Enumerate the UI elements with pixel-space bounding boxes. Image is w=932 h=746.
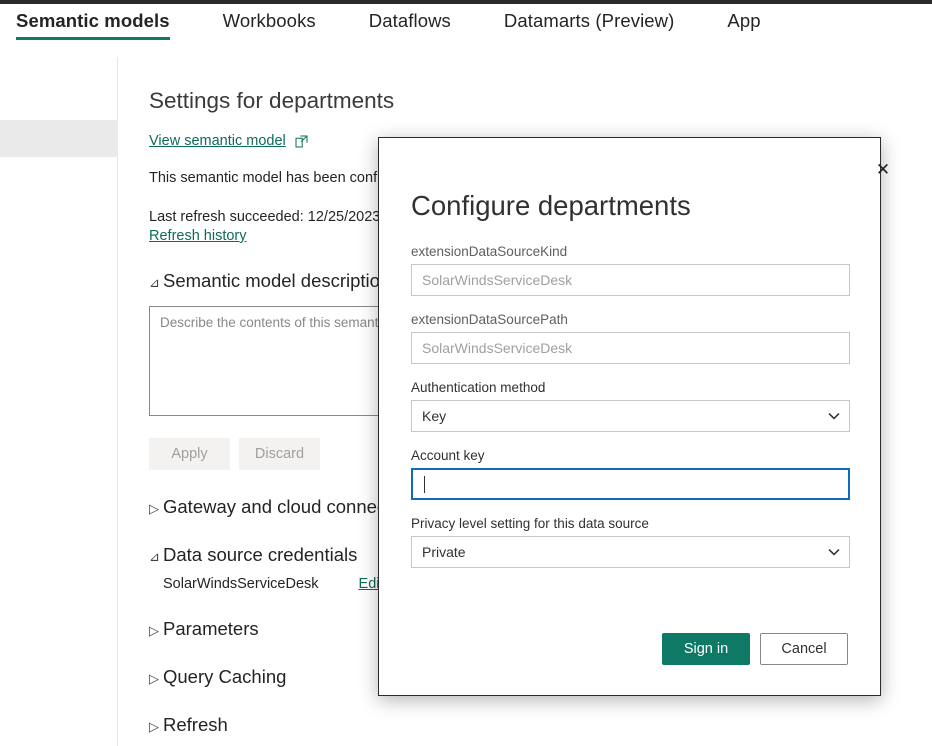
field-authentication-method: Authentication method Key [411, 380, 848, 432]
dialog-body: Configure departments extensionDataSourc… [379, 138, 880, 568]
extension-data-source-path-value: SolarWindsServiceDesk [422, 340, 572, 356]
section-gateway-label: Gateway and cloud connec [163, 496, 386, 518]
app-root: Semantic models Workbooks Dataflows Data… [0, 0, 932, 746]
privacy-level-label: Privacy level setting for this data sour… [411, 516, 848, 531]
section-refresh-label: Refresh [163, 714, 228, 736]
account-key-label: Account key [411, 448, 848, 463]
collapsed-triangle-icon-query-caching: ▷ [149, 672, 163, 685]
tab-workbooks[interactable]: Workbooks [223, 4, 316, 32]
page-title: Settings for departments [149, 88, 909, 114]
privacy-level-select[interactable]: Private [411, 536, 850, 568]
tab-app[interactable]: App [727, 4, 760, 32]
collapsed-triangle-icon-gateway: ▷ [149, 502, 163, 515]
privacy-level-select-wrap: Private [411, 536, 850, 568]
close-icon-glyph: ✕ [876, 160, 890, 180]
section-query-caching-label: Query Caching [163, 666, 286, 688]
section-semantic-model-description-label: Semantic model description [163, 270, 390, 292]
apply-button[interactable]: Apply [149, 438, 230, 470]
extension-data-source-path-input[interactable]: SolarWindsServiceDesk [411, 332, 850, 364]
field-extension-data-source-kind: extensionDataSourceKind SolarWindsServic… [411, 244, 848, 296]
active-tab-underline [16, 37, 170, 41]
expanded-triangle-icon-credentials: ⊿ [149, 550, 163, 563]
tab-app-label: App [727, 10, 760, 31]
view-semantic-model-link[interactable]: View semantic model [149, 133, 286, 149]
extension-data-source-kind-value: SolarWindsServiceDesk [422, 272, 572, 288]
section-parameters-label: Parameters [163, 618, 259, 640]
field-account-key: Account key [411, 448, 848, 500]
dialog-title: Configure departments [411, 190, 848, 222]
extension-data-source-kind-input[interactable]: SolarWindsServiceDesk [411, 264, 850, 296]
sign-in-button[interactable]: Sign in [662, 633, 750, 665]
cancel-button[interactable]: Cancel [760, 633, 848, 665]
authentication-method-value: Key [422, 408, 446, 424]
tab-semantic-models-label: Semantic models [16, 10, 170, 31]
tab-dataflows[interactable]: Dataflows [369, 4, 451, 32]
field-privacy-level: Privacy level setting for this data sour… [411, 516, 848, 568]
text-caret [424, 476, 425, 493]
workspace-tab-bar: Semantic models Workbooks Dataflows Data… [0, 4, 932, 57]
collapsed-triangle-icon-parameters: ▷ [149, 624, 163, 637]
tab-datamarts[interactable]: Datamarts (Preview) [504, 4, 675, 32]
rail-selected-row[interactable] [0, 120, 118, 157]
authentication-method-select-wrap: Key [411, 400, 850, 432]
tab-dataflows-label: Dataflows [369, 10, 451, 31]
expanded-triangle-icon: ⊿ [149, 276, 163, 289]
tab-datamarts-label: Datamarts (Preview) [504, 10, 675, 31]
extension-data-source-path-label: extensionDataSourcePath [411, 312, 848, 327]
tab-semantic-models[interactable]: Semantic models [16, 4, 170, 32]
credential-name: SolarWindsServiceDesk [163, 576, 319, 592]
left-navigation-rail [0, 57, 118, 746]
configure-data-source-dialog: ✕ Configure departments extensionDataSou… [378, 137, 881, 696]
section-credentials-label: Data source credentials [163, 544, 357, 566]
field-extension-data-source-path: extensionDataSourcePath SolarWindsServic… [411, 312, 848, 364]
privacy-level-value: Private [422, 544, 466, 560]
description-placeholder: Describe the contents of this semantic [160, 315, 388, 330]
account-key-input[interactable] [411, 468, 850, 500]
tab-workbooks-label: Workbooks [223, 10, 316, 31]
dialog-action-row: Sign in Cancel [662, 633, 848, 665]
extension-data-source-kind-label: extensionDataSourceKind [411, 244, 848, 259]
discard-button[interactable]: Discard [239, 438, 320, 470]
collapsed-triangle-icon-refresh: ▷ [149, 720, 163, 733]
authentication-method-label: Authentication method [411, 380, 848, 395]
close-icon[interactable]: ✕ [869, 159, 891, 181]
external-link-icon [295, 135, 308, 148]
refresh-history-link[interactable]: Refresh history [149, 228, 247, 244]
authentication-method-select[interactable]: Key [411, 400, 850, 432]
section-refresh[interactable]: ▷ Refresh [149, 714, 909, 736]
